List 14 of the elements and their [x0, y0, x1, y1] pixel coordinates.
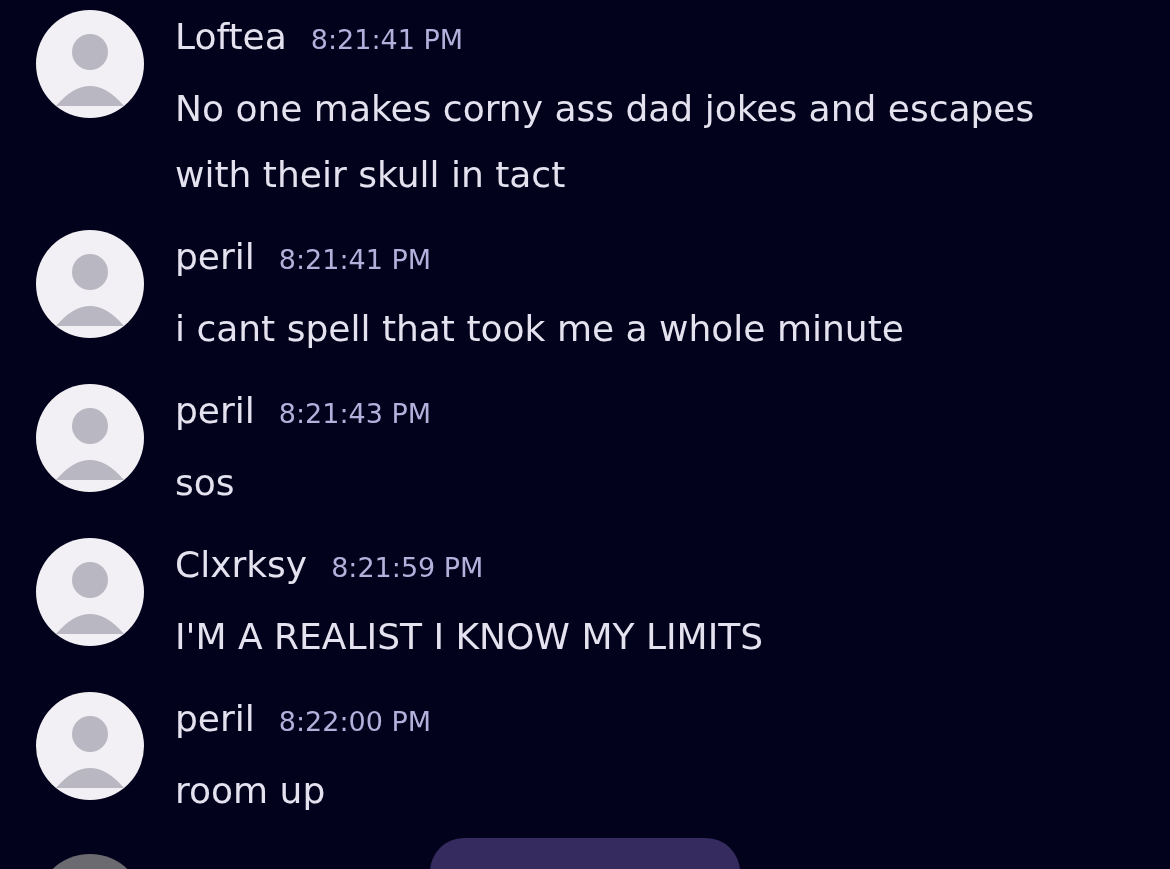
- author-name[interactable]: peril: [175, 698, 255, 739]
- author-name[interactable]: peril: [175, 390, 255, 431]
- message-text: sos: [175, 461, 236, 505]
- timestamp: 8:21:59 PM: [331, 552, 484, 583]
- message-text: room up: [175, 769, 327, 813]
- timestamp: 8:21:41 PM: [310, 24, 464, 55]
- author-name[interactable]: Loftea: [175, 16, 287, 57]
- timestamp: 8:21:43 PM: [278, 398, 432, 429]
- timestamp: 8:22:00 PM: [278, 706, 432, 737]
- timestamp: 8:21:41 PM: [278, 244, 432, 275]
- author-name[interactable]: Clxrksy: [175, 544, 308, 585]
- author-name[interactable]: peril: [175, 236, 255, 277]
- message-text: I'M A REALIST I KNOW MY LIMITS: [175, 615, 765, 659]
- message-text: i cant spell that took me a whole minute: [175, 307, 905, 351]
